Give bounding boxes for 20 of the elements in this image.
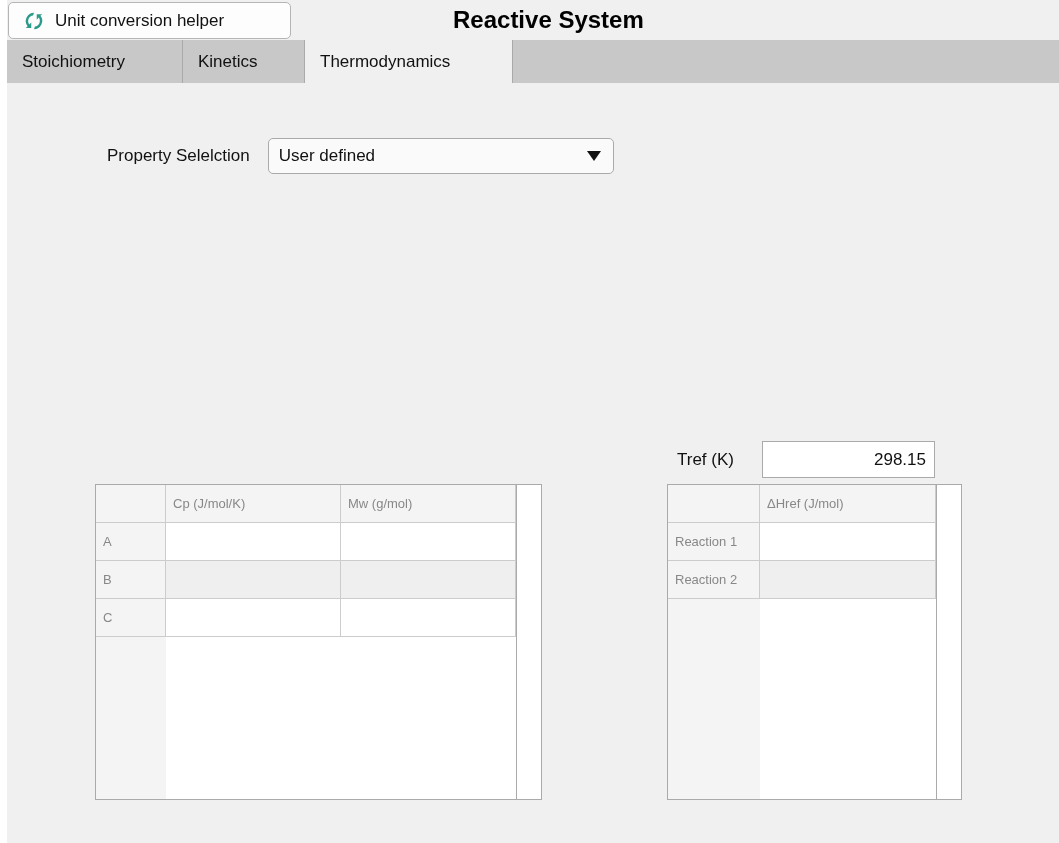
column-header: ΔHref (J/mol) [760, 485, 936, 523]
table-cell[interactable] [760, 561, 936, 599]
row-header: A [96, 523, 166, 561]
row-header: Reaction 2 [668, 561, 760, 599]
column-header: Cp (J/mol/K) [166, 485, 341, 523]
row-header: C [96, 599, 166, 637]
table-cell[interactable] [166, 561, 341, 599]
table-cell[interactable] [341, 561, 516, 599]
unit-conversion-button[interactable]: Unit conversion helper [8, 2, 291, 39]
input-field[interactable]: 298.15 [762, 441, 935, 478]
column-header: Mw (g/mol) [341, 485, 516, 523]
row-header: Reaction 1 [668, 523, 760, 561]
tab[interactable]: Thermodynamics [305, 40, 513, 83]
table-cell[interactable] [166, 599, 341, 637]
property-dropdown[interactable]: User defined [267, 138, 614, 174]
field-label: Property Selelction [107, 146, 250, 166]
window-title: Reactive System [453, 6, 644, 34]
field-label: Tref (K) [677, 449, 734, 470]
row-header: B [96, 561, 166, 599]
caret-icon [586, 151, 601, 161]
